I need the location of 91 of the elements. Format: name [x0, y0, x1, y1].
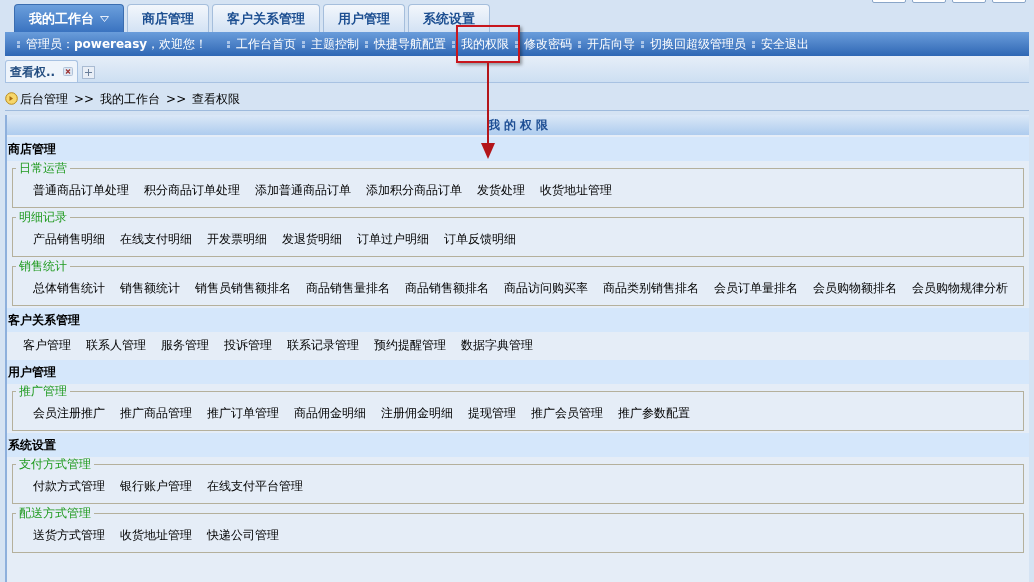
- permission-link[interactable]: 收货地址管理: [120, 526, 192, 544]
- permission-link[interactable]: 订单过户明细: [357, 230, 429, 248]
- section-title: 客户关系管理: [8, 312, 80, 329]
- permission-link[interactable]: 服务管理: [161, 336, 209, 354]
- group-legend: 明细记录: [16, 210, 70, 224]
- breadcrumb-item[interactable]: 后台管理: [20, 89, 68, 108]
- permission-link[interactable]: 推广会员管理: [531, 404, 603, 422]
- bullet-icon: [452, 40, 456, 48]
- permission-link[interactable]: 订单反馈明细: [444, 230, 516, 248]
- section-title: 系统设置: [8, 437, 56, 454]
- permission-link[interactable]: 联系人管理: [86, 336, 146, 354]
- group-legend: 销售统计: [16, 259, 70, 273]
- bullet-icon: [365, 40, 369, 48]
- main-tab[interactable]: 系统设置: [408, 4, 490, 32]
- permission-link[interactable]: 销售额统计: [120, 279, 180, 297]
- permission-link[interactable]: 推广参数配置: [618, 404, 690, 422]
- bullet-icon: [515, 40, 519, 48]
- permission-link[interactable]: 总体销售统计: [33, 279, 105, 297]
- permission-link[interactable]: 送货方式管理: [33, 526, 105, 544]
- plus-icon: [85, 69, 93, 76]
- permission-link[interactable]: 在线支付平台管理: [207, 477, 303, 495]
- permission-link[interactable]: 数据字典管理: [461, 336, 533, 354]
- main-tab[interactable]: 商店管理: [127, 4, 209, 32]
- toolbar-button[interactable]: [872, 0, 906, 3]
- permission-link[interactable]: 商品访问购买率: [504, 279, 588, 297]
- permission-link[interactable]: 注册佣金明细: [381, 404, 453, 422]
- permission-link[interactable]: 付款方式管理: [33, 477, 105, 495]
- permission-link[interactable]: 发货处理: [477, 181, 525, 199]
- permission-link[interactable]: 银行账户管理: [120, 477, 192, 495]
- permission-link[interactable]: 会员注册推广: [33, 404, 105, 422]
- permission-link[interactable]: 商品类别销售排名: [603, 279, 699, 297]
- nav-link[interactable]: 开店向导: [587, 37, 636, 51]
- breadcrumb-item: >>: [74, 90, 95, 108]
- breadcrumb-item[interactable]: 我的工作台: [100, 89, 161, 108]
- permission-link[interactable]: 产品销售明细: [33, 230, 105, 248]
- nav-link[interactable]: 快捷导航配置: [374, 37, 447, 51]
- nav-link[interactable]: 修改密码: [524, 37, 573, 51]
- permission-link[interactable]: 商品佣金明细: [294, 404, 366, 422]
- permission-link[interactable]: 添加普通商品订单: [255, 181, 351, 199]
- bullet-icon: [752, 40, 756, 48]
- permission-link[interactable]: 销售员销售额排名: [195, 279, 291, 297]
- permission-link[interactable]: 商品销售量排名: [306, 279, 390, 297]
- main-tab[interactable]: 我的工作台: [14, 4, 124, 32]
- permission-link[interactable]: 会员订单量排名: [714, 279, 798, 297]
- nav-link[interactable]: 我的权限: [461, 37, 510, 51]
- section-title: 用户管理: [8, 364, 56, 381]
- permission-link[interactable]: 预约提醒管理: [374, 336, 446, 354]
- bullet-icon: [17, 40, 20, 48]
- permission-link[interactable]: 商品销售额排名: [405, 279, 489, 297]
- bullet-icon: [302, 40, 306, 48]
- permission-link[interactable]: 会员购物规律分析: [912, 279, 1008, 297]
- permission-link[interactable]: 联系记录管理: [287, 336, 359, 354]
- permission-link[interactable]: 提现管理: [468, 404, 516, 422]
- bullet-icon: [578, 40, 582, 48]
- close-icon[interactable]: [63, 67, 74, 76]
- permission-link[interactable]: 收货地址管理: [540, 181, 612, 199]
- welcome-text: 管理员：powereasy，欢迎您！: [26, 36, 208, 53]
- document-tab[interactable]: 查看权..: [5, 60, 79, 82]
- toolbar-button[interactable]: [912, 0, 946, 3]
- permission-link[interactable]: 开发票明细: [207, 230, 267, 248]
- permission-link[interactable]: 添加积分商品订单: [366, 181, 462, 199]
- permission-link[interactable]: 普通商品订单处理: [33, 181, 129, 199]
- permission-link[interactable]: 在线支付明细: [120, 230, 192, 248]
- permission-link[interactable]: 会员购物额排名: [813, 279, 897, 297]
- add-tab-button[interactable]: [82, 66, 96, 79]
- bullet-icon: [227, 40, 231, 48]
- breadcrumb-item: >>: [166, 90, 187, 108]
- permission-link[interactable]: 积分商品订单处理: [144, 181, 240, 199]
- permission-link[interactable]: 推广商品管理: [120, 404, 192, 422]
- nav-link[interactable]: 安全退出: [761, 37, 810, 51]
- main-tab[interactable]: 客户关系管理: [212, 4, 320, 32]
- toolbar-button[interactable]: [992, 0, 1026, 3]
- breadcrumb-item[interactable]: 查看权限: [192, 89, 241, 108]
- group-legend: 日常运营: [16, 161, 70, 175]
- permission-link[interactable]: 客户管理: [23, 336, 71, 354]
- panel-title: 我 的 权 限: [487, 117, 549, 134]
- group-legend: 支付方式管理: [16, 457, 94, 471]
- main-tab[interactable]: 用户管理: [323, 4, 405, 32]
- section-title: 商店管理: [8, 141, 56, 158]
- nav-link[interactable]: 主题控制: [311, 37, 360, 51]
- bullet-icon: [641, 40, 645, 48]
- nav-link[interactable]: 工作台首页: [236, 37, 297, 51]
- arrow-circle-icon: [5, 92, 18, 105]
- permission-link[interactable]: 投诉管理: [224, 336, 272, 354]
- permission-link[interactable]: 快递公司管理: [207, 526, 279, 544]
- group-legend: 配送方式管理: [16, 506, 94, 520]
- permission-link[interactable]: 推广订单管理: [207, 404, 279, 422]
- group-legend: 推广管理: [16, 384, 70, 398]
- permission-link[interactable]: 发退货明细: [282, 230, 342, 248]
- toolbar-button[interactable]: [952, 0, 986, 3]
- nav-link[interactable]: 切换回超级管理员: [650, 37, 747, 51]
